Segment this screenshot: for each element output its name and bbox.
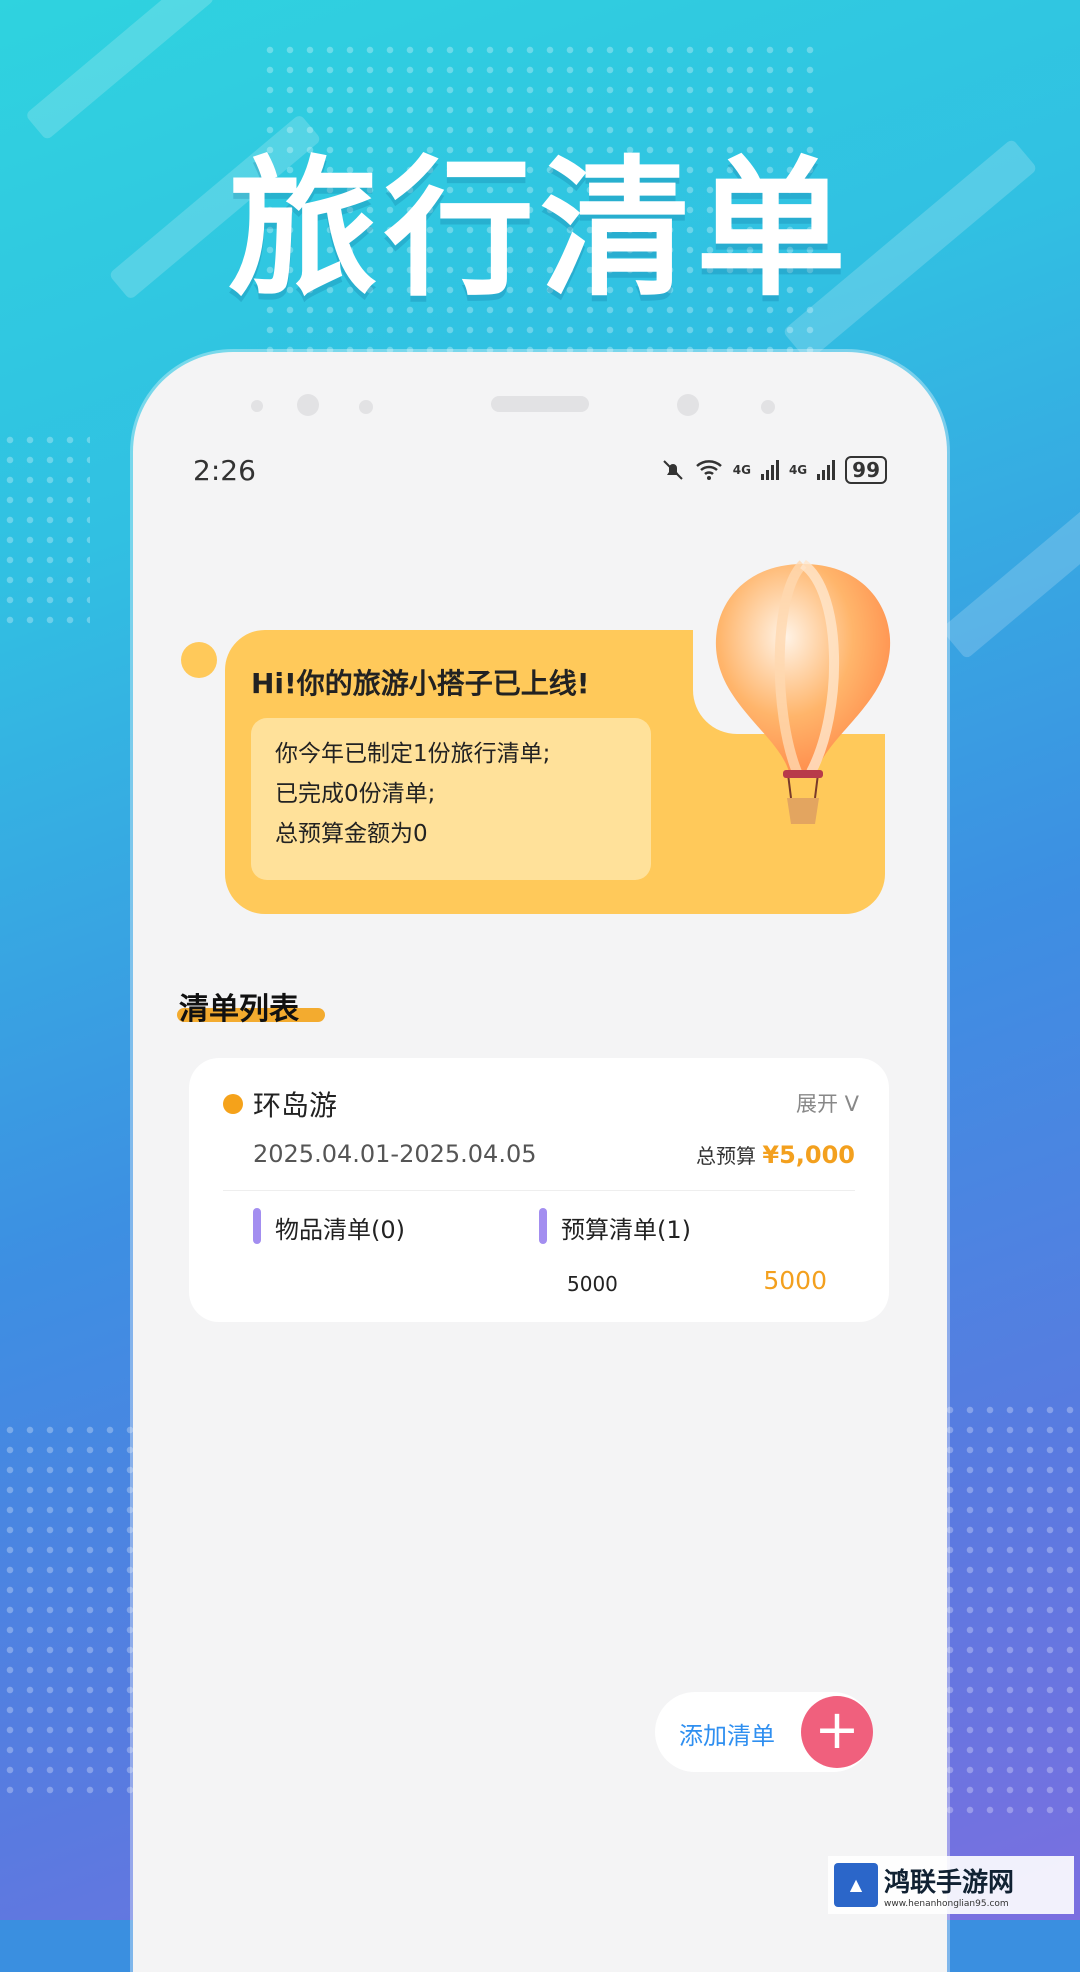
bubble-decor-dot [181, 642, 217, 678]
greeting-title: Hi!你的旅游小搭子已上线! [251, 667, 590, 700]
summary-line: 已完成0份清单; [275, 781, 436, 807]
trip-total-budget: 总预算 ¥5,000 [696, 1140, 855, 1169]
watermark: ▲ 鸿联手游网 www.henanhonglian95.com [828, 1856, 1074, 1914]
add-list-label: 添加清单 [679, 1722, 775, 1750]
signal-icon [817, 460, 836, 480]
camera-dot [359, 400, 373, 414]
decor-dots [940, 1400, 1080, 1820]
trip-name: 环岛游 [253, 1089, 338, 1122]
wifi-icon [695, 460, 722, 480]
camera-dot [761, 400, 775, 414]
earpiece-speaker [491, 396, 589, 412]
items-list-tab[interactable]: 物品清单(0) [275, 1210, 405, 1245]
status-time: 2:26 [193, 454, 256, 487]
items-tab-marker [253, 1208, 261, 1244]
greeting-summary: 你今年已制定1份旅行清单; 已完成0份清单; 总预算金额为0 [251, 718, 651, 880]
watermark-text: 鸿联手游网 www.henanhonglian95.com [884, 1862, 1014, 1909]
decor-dots [0, 430, 90, 630]
budget-amount: ¥5,000 [762, 1141, 855, 1169]
budget-item-value: 5000 [763, 1266, 827, 1295]
battery-icon: 99 [845, 456, 887, 484]
trip-date-range: 2025.04.01-2025.04.05 [253, 1140, 537, 1168]
trip-status-dot [223, 1094, 243, 1114]
camera-dot [251, 400, 263, 412]
decor-dots [0, 1420, 140, 1800]
budget-tab-marker [539, 1208, 547, 1244]
mute-bell-icon [663, 460, 683, 480]
network-label: 4G [732, 463, 751, 477]
watermark-name: 鸿联手游网 [884, 1867, 1015, 1898]
network-label: 4G [788, 463, 808, 477]
camera-dot [297, 394, 319, 416]
plus-icon[interactable]: + [801, 1696, 873, 1768]
phone-frame: 2:26 4G 4G 99 Hi!你的旅游小搭子已上线! 你今年已制定1份旅行清… [133, 352, 947, 1972]
card-divider [223, 1190, 855, 1191]
section-title: 清单列表 [179, 992, 299, 1027]
poster-title: 旅行清单 [227, 143, 852, 317]
camera-dot [677, 394, 699, 416]
add-list-button[interactable]: 添加清单 + [655, 1692, 873, 1772]
budget-list-tab[interactable]: 预算清单(1) [561, 1210, 691, 1245]
expand-toggle[interactable]: 展开 V [796, 1088, 859, 1118]
budget-label: 总预算 [696, 1144, 757, 1168]
signal-icon [760, 460, 779, 480]
hot-air-balloon-icon [715, 559, 891, 824]
status-icons: 4G 4G 99 [661, 456, 887, 484]
trip-card[interactable]: 环岛游 展开 V 2025.04.01-2025.04.05 总预算 ¥5,00… [189, 1058, 889, 1322]
watermark-logo-icon: ▲ [834, 1863, 878, 1907]
budget-item-name: 5000 [567, 1272, 618, 1296]
watermark-url: www.henanhonglian95.com [884, 1898, 1009, 1909]
summary-line: 总预算金额为0 [275, 821, 428, 847]
summary-line: 你今年已制定1份旅行清单; [275, 741, 551, 767]
